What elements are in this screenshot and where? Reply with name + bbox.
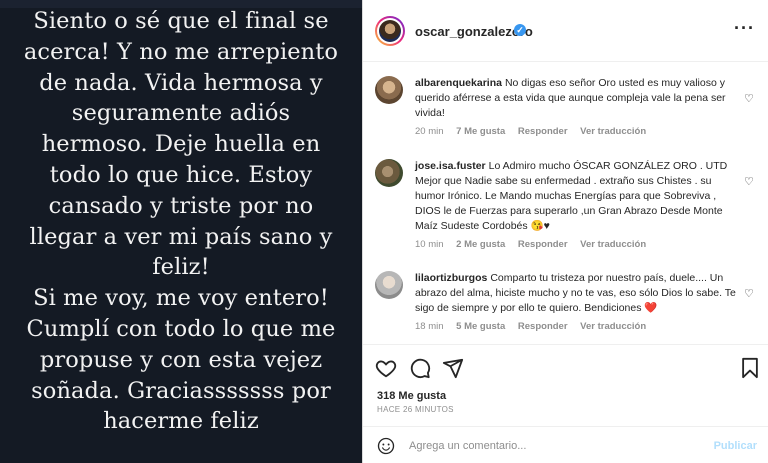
post-header: oscar_gonzalezoro ✓ ···: [363, 0, 768, 62]
comment-likes[interactable]: 7 Me gusta: [456, 126, 505, 137]
story-line: Cumplí con todo lo que me: [26, 315, 336, 342]
comment-body: jose.isa.fuster Lo Admiro mucho ÓSCAR GON…: [415, 159, 743, 252]
add-comment-bar: Publicar: [363, 426, 768, 463]
post-image-text: Siento o sé que el final se acerca! Y no…: [0, 6, 362, 437]
publish-button[interactable]: Publicar: [714, 440, 757, 452]
story-line: propuse y con esta vejez: [39, 346, 323, 373]
story-line: llegar a ver mi país sano y: [29, 223, 333, 250]
bookmark-icon[interactable]: [739, 357, 761, 379]
comment-time: 18 min: [415, 321, 444, 332]
story-line: todo lo que hice. Estoy: [49, 161, 313, 188]
story-line: Siento o sé que el final se: [33, 8, 329, 34]
comment-time: 20 min: [415, 126, 444, 137]
emoji-icon[interactable]: [377, 437, 395, 455]
comment-time: 10 min: [415, 239, 444, 250]
comment-body: lilaortizburgos Comparto tu tristeza por …: [415, 271, 743, 334]
translate-button[interactable]: Ver traducción: [580, 239, 646, 250]
avatar-ring: [377, 18, 403, 44]
comment-meta: 20 min 7 Me gusta Responder Ver traducci…: [415, 124, 743, 139]
comment-likes[interactable]: 5 Me gusta: [456, 321, 505, 332]
post-timestamp: HACE 26 MINUTOS: [377, 405, 454, 414]
heart-icon[interactable]: [375, 357, 397, 379]
comments-list: albarenquekarina No digas eso señor Oro u…: [363, 62, 768, 344]
comment-input[interactable]: [409, 436, 699, 456]
more-options-icon[interactable]: ···: [734, 18, 755, 39]
translate-button[interactable]: Ver traducción: [580, 321, 646, 332]
share-icon[interactable]: [442, 357, 464, 379]
comment-meta: 18 min 5 Me gusta Responder Ver traducci…: [415, 319, 743, 334]
post-image: Siento o sé que el final se acerca! Y no…: [0, 0, 362, 463]
comment-like-heart-icon[interactable]: ♡: [744, 177, 755, 188]
comment-likes[interactable]: 2 Me gusta: [456, 239, 505, 250]
story-line: hermoso. Deje huella en: [41, 131, 321, 158]
story-line: soñada. Graciasssssss por: [31, 377, 331, 404]
translate-button[interactable]: Ver traducción: [580, 126, 646, 137]
post-actions-bar: [363, 344, 768, 386]
commenter-username[interactable]: lilaortizburgos: [415, 272, 487, 284]
story-line: seguramente adiós: [71, 100, 291, 127]
story-line: hacerme feliz: [103, 408, 259, 435]
comment-like-heart-icon[interactable]: ♡: [744, 94, 755, 105]
commenter-username[interactable]: albarenquekarina: [415, 77, 502, 89]
likes-count[interactable]: 318 Me gusta: [377, 390, 446, 402]
story-line: feliz!: [152, 254, 210, 281]
reply-button[interactable]: Responder: [518, 126, 568, 137]
comment-body: albarenquekarina No digas eso señor Oro u…: [415, 76, 743, 139]
commenter-avatar[interactable]: [375, 159, 403, 187]
author-avatar[interactable]: [375, 16, 405, 46]
commenter-username[interactable]: jose.isa.fuster: [415, 160, 486, 172]
story-line: Si me voy, me voy entero!: [33, 285, 329, 312]
commenter-avatar[interactable]: [375, 76, 403, 104]
reply-button[interactable]: Responder: [518, 321, 568, 332]
story-line: de nada. Vida hermosa y: [39, 69, 323, 96]
post-panel: oscar_gonzalezoro ✓ ··· albarenquekarina…: [362, 0, 768, 463]
comment-icon[interactable]: [409, 357, 431, 379]
comment-meta: 10 min 2 Me gusta Responder Ver traducci…: [415, 237, 743, 252]
story-line: cansado y triste por no: [48, 192, 314, 219]
avatar-photo: [379, 20, 401, 42]
reply-button[interactable]: Responder: [518, 239, 568, 250]
commenter-avatar[interactable]: [375, 271, 403, 299]
comment-like-heart-icon[interactable]: ♡: [744, 289, 755, 300]
verified-badge-icon: ✓: [514, 24, 526, 36]
story-line: acerca! Y no me arrepiento: [23, 38, 339, 65]
